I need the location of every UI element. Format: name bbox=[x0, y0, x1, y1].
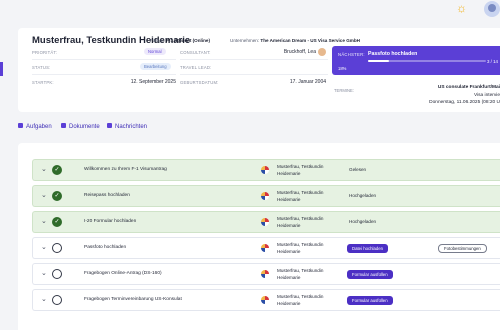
task-row[interactable]: ⌄ Fragebogen Terminvereinbarung US-Konsu… bbox=[32, 289, 500, 311]
task-list: ⌄ ✓ Willkommen zu Ihrem F-1 Visumantrag … bbox=[18, 143, 500, 330]
assignee-avatar bbox=[261, 192, 269, 200]
tab-label: Dokumente bbox=[69, 124, 100, 130]
chevron-down-icon[interactable]: ⌄ bbox=[41, 217, 47, 225]
task-title: Willkommen zu Ihrem F-1 Visumantrag bbox=[84, 167, 167, 172]
case-type: Falltyp: F-1 Student (Online) bbox=[150, 38, 210, 43]
tab-dokumente[interactable]: Dokumente bbox=[61, 123, 100, 130]
consultant-avatar bbox=[318, 48, 326, 56]
priority-label: PRIORITÄT: bbox=[32, 50, 58, 55]
tab-aufgaben[interactable]: Aufgaben bbox=[18, 123, 52, 130]
upload-file-button[interactable]: Datei hochladen bbox=[347, 244, 389, 253]
next-step-panel[interactable]: NÄCHSTER: Passfoto hochladen 3 / 14 18% bbox=[332, 46, 500, 75]
task-title: I-20 Formular hochladen bbox=[84, 219, 137, 224]
birthdate-label: GEBURTSDATUM: bbox=[180, 80, 219, 85]
task-status: Gelesen bbox=[349, 167, 367, 172]
task-assignee: Musterfrau, Testkundin Heidemarie bbox=[277, 164, 324, 176]
open-circle-icon bbox=[52, 243, 62, 253]
task-row[interactable]: ⌄ Fragebogen Online-Antrag (DS-160) Must… bbox=[32, 263, 500, 285]
task-assignee: Musterfrau, Testkundin Heidemarie bbox=[277, 242, 324, 254]
priority-value: Normal bbox=[148, 49, 162, 54]
divider bbox=[180, 59, 328, 60]
appointments-label: TERMINE: bbox=[334, 88, 355, 93]
next-step-task: Passfoto hochladen bbox=[368, 51, 418, 57]
task-row[interactable]: ⌄ ✓ Reisepass hochladen Musterfrau, Test… bbox=[32, 185, 500, 207]
task-row[interactable]: ⌄ Passfoto hochladen Musterfrau, Testkun… bbox=[32, 237, 500, 259]
priority-badge[interactable]: Normal bbox=[144, 48, 166, 55]
status-badge[interactable]: Bearbeitung bbox=[140, 63, 171, 70]
progress-bar bbox=[368, 60, 486, 62]
consultant-value[interactable]: Bruckhoff, Lea bbox=[248, 49, 316, 55]
user-avatar[interactable] bbox=[484, 1, 500, 17]
open-circle-icon bbox=[52, 269, 62, 279]
company-label: Unternehmen: bbox=[230, 38, 260, 43]
documents-icon bbox=[61, 123, 66, 128]
check-circle-icon: ✓ bbox=[52, 217, 62, 227]
travel-lead-label: TRAVEL LEAD: bbox=[180, 65, 212, 70]
assignee-avatar bbox=[261, 218, 269, 226]
progress-percent: 18% bbox=[338, 66, 347, 71]
task-assignee: Musterfrau, Testkundin Heidemarie bbox=[277, 268, 324, 280]
task-title: Fragebogen Terminvereinbarung US-Konsula… bbox=[84, 297, 182, 302]
divider bbox=[180, 74, 328, 75]
top-bar: ☼ bbox=[0, 0, 500, 20]
open-circle-icon bbox=[52, 295, 62, 305]
tab-label: Aufgaben bbox=[26, 124, 52, 130]
tab-nachrichten[interactable]: Nachrichten bbox=[107, 123, 147, 130]
divider bbox=[32, 74, 176, 75]
status-label: STATUS: bbox=[32, 65, 51, 70]
task-row[interactable]: ⌄ ✓ I-20 Formular hochladen Musterfrau, … bbox=[32, 211, 500, 233]
check-circle-icon: ✓ bbox=[52, 165, 62, 175]
assignee-avatar bbox=[261, 270, 269, 278]
task-title: Passfoto hochladen bbox=[84, 245, 127, 250]
start-value: 12. September 2025 bbox=[130, 79, 176, 85]
check-circle-icon: ✓ bbox=[52, 191, 62, 201]
appointment-type: Visa intervie bbox=[473, 93, 500, 98]
sidebar-active-indicator bbox=[0, 62, 3, 76]
birthdate-value: 17. Januar 2004 bbox=[289, 79, 326, 85]
appointment-location: US consulate Frankfurt/Mai bbox=[437, 85, 500, 90]
chevron-down-icon[interactable]: ⌄ bbox=[41, 191, 47, 199]
task-title: Fragebogen Online-Antrag (DS-160) bbox=[84, 271, 162, 276]
task-assignee: Musterfrau, Testkundin Heidemarie bbox=[277, 190, 324, 202]
company: Unternehmen: The American Dream - US Vis… bbox=[230, 38, 360, 43]
photo-requirements-button[interactable]: Fotobestimmungen bbox=[438, 244, 487, 253]
chevron-down-icon[interactable]: ⌄ bbox=[41, 295, 47, 303]
consultant-label: CONSULTANT: bbox=[180, 50, 211, 55]
progress-counter: 3 / 14 bbox=[487, 59, 498, 64]
assignee-avatar bbox=[261, 166, 269, 174]
assignee-avatar bbox=[261, 244, 269, 252]
case-type-value: F-1 Student (Online) bbox=[166, 38, 210, 43]
chevron-down-icon[interactable]: ⌄ bbox=[41, 269, 47, 277]
chevron-down-icon[interactable]: ⌄ bbox=[41, 165, 47, 173]
case-type-label: Falltyp: bbox=[150, 38, 165, 43]
sun-icon[interactable]: ☼ bbox=[455, 2, 468, 15]
task-assignee: Musterfrau, Testkundin Heidemarie bbox=[277, 216, 324, 228]
progress-fill bbox=[368, 60, 390, 62]
assignee-avatar bbox=[261, 296, 269, 304]
next-step-label: NÄCHSTER: bbox=[338, 52, 365, 57]
appointment-datetime: Donnerstag, 11.06.2025 (08:20 U bbox=[429, 100, 500, 105]
task-status: Hochgeladen bbox=[349, 193, 377, 198]
messages-icon bbox=[107, 123, 112, 128]
task-assignee: Musterfrau, Testkundin Heidemarie bbox=[277, 294, 324, 306]
tab-label: Nachrichten bbox=[115, 124, 148, 130]
task-row[interactable]: ⌄ ✓ Willkommen zu Ihrem F-1 Visumantrag … bbox=[32, 159, 500, 181]
task-title: Reisepass hochladen bbox=[84, 193, 130, 198]
status-value: Bearbeitung bbox=[144, 64, 167, 69]
start-label: STARTPK: bbox=[32, 80, 54, 85]
tasks-icon bbox=[18, 123, 23, 128]
company-value: The American Dream - US Visa Service Gmb… bbox=[260, 38, 360, 43]
divider bbox=[32, 59, 176, 60]
task-status: Hochgeladen bbox=[349, 219, 377, 224]
fill-form-button[interactable]: Formular ausfüllen bbox=[347, 296, 393, 305]
chevron-down-icon[interactable]: ⌄ bbox=[41, 243, 47, 251]
fill-form-button[interactable]: Formular ausfüllen bbox=[347, 270, 393, 279]
